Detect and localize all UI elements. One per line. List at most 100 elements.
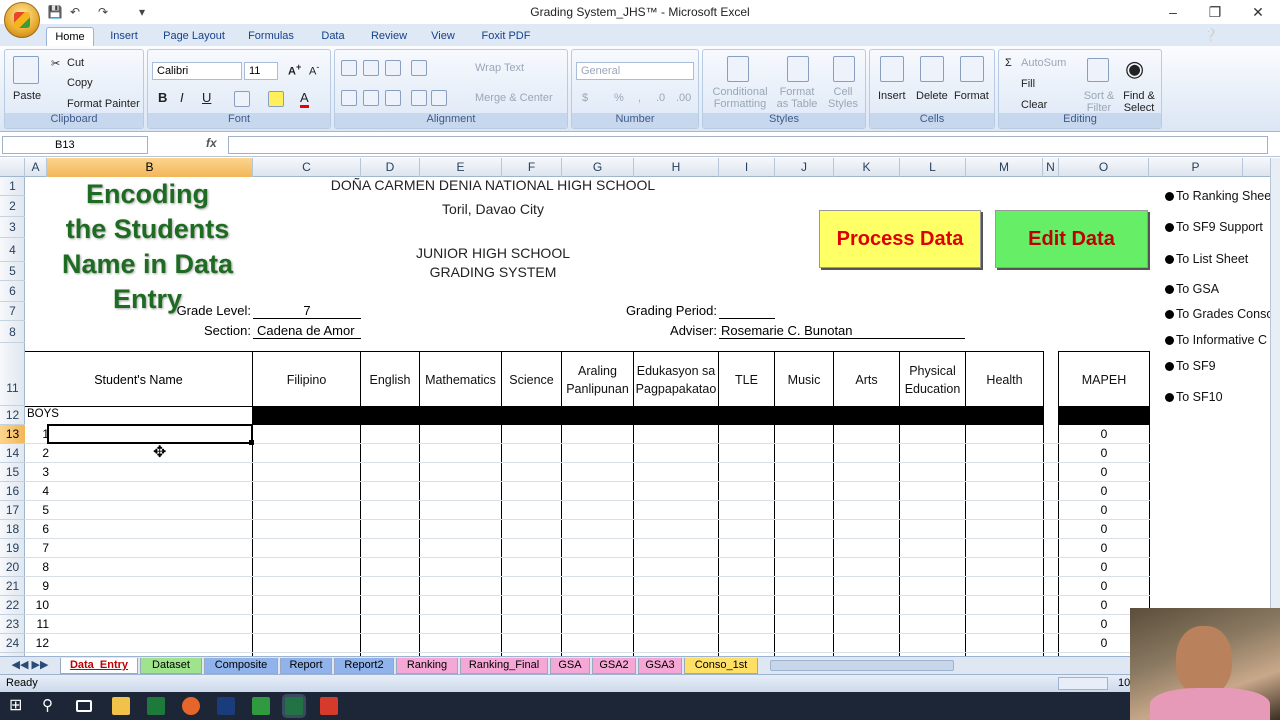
underline-icon[interactable]: U <box>202 90 211 105</box>
sheet-tab-composite[interactable]: Composite <box>204 658 278 674</box>
autosum-button[interactable]: AutoSum <box>1021 57 1066 69</box>
fill-handle[interactable] <box>249 440 254 445</box>
row-header[interactable]: 15 <box>0 463 25 482</box>
sheet-tab-ranking-final[interactable]: Ranking_Final <box>460 658 548 674</box>
col-header-o[interactable]: O <box>1059 158 1149 177</box>
office-button[interactable] <box>4 2 40 38</box>
sheet-tab-report2[interactable]: Report2 <box>334 658 394 674</box>
row-header[interactable]: 3 <box>0 217 25 238</box>
sheet-tab-gsa2[interactable]: GSA2 <box>592 658 636 674</box>
insert-cells-button[interactable]: Insert <box>878 90 906 102</box>
align-center-icon[interactable] <box>363 90 379 106</box>
delete-cells-icon[interactable] <box>920 56 944 82</box>
excel-active-icon[interactable] <box>285 697 303 715</box>
percent-icon[interactable]: % <box>614 92 624 104</box>
cut-button[interactable]: Cut <box>67 57 84 69</box>
col-header-h[interactable]: H <box>634 158 719 177</box>
wrap-text-button[interactable]: Wrap Text <box>475 62 524 74</box>
tab-home[interactable]: Home <box>46 27 94 46</box>
font-name-combo[interactable]: Calibri <box>152 62 242 80</box>
link-label[interactable]: To SF9 <box>1176 359 1216 373</box>
align-top-icon[interactable] <box>341 60 357 76</box>
restore-button[interactable]: ❐ <box>1200 2 1230 22</box>
link-label[interactable]: To GSA <box>1176 282 1219 296</box>
grading-period-value[interactable] <box>719 303 775 319</box>
conditional-formatting-icon[interactable] <box>727 56 749 82</box>
row-header[interactable]: 4 <box>0 238 25 262</box>
link-label[interactable]: To Ranking Shee <box>1176 189 1270 203</box>
sheet-tab-gsa[interactable]: GSA <box>550 658 590 674</box>
align-middle-icon[interactable] <box>363 60 379 76</box>
decrease-indent-icon[interactable] <box>411 90 427 106</box>
shrink-font-icon[interactable]: A- <box>309 62 319 78</box>
cell-styles-icon[interactable] <box>833 56 855 82</box>
link-label[interactable]: To SF10 <box>1176 390 1223 404</box>
format-table-icon[interactable] <box>787 56 809 82</box>
row-header[interactable]: 14 <box>0 444 25 463</box>
close-button[interactable]: ✕ <box>1243 2 1273 22</box>
row-header[interactable]: 1 <box>0 177 25 196</box>
format-as-table-button[interactable]: Format as Table <box>775 86 819 110</box>
link-informative[interactable]: To Informative C <box>1165 333 1267 347</box>
row-header[interactable]: 11 <box>0 343 25 406</box>
fill-color-icon[interactable] <box>268 91 284 107</box>
col-header-g[interactable]: G <box>562 158 634 177</box>
sort-filter-button[interactable]: Sort & Filter <box>1079 90 1119 114</box>
link-sf9-support[interactable]: To SF9 Support <box>1165 220 1263 234</box>
sheet-tab-gsa3[interactable]: GSA3 <box>638 658 682 674</box>
camtasia-icon[interactable] <box>252 697 270 715</box>
select-all-corner[interactable] <box>0 158 25 177</box>
decrease-decimal-icon[interactable]: .00 <box>676 92 691 104</box>
firefox-icon[interactable] <box>182 697 200 715</box>
number-format-combo[interactable]: General <box>576 62 694 80</box>
insert-cells-icon[interactable] <box>880 56 904 82</box>
binoculars-icon[interactable]: ◉ <box>1125 56 1144 82</box>
link-sf10[interactable]: To SF10 <box>1165 390 1223 404</box>
row-header[interactable]: 2 <box>0 196 25 217</box>
find-select-button[interactable]: Find & Select <box>1119 90 1159 114</box>
search-icon[interactable]: ⚲ <box>42 697 60 715</box>
row-header[interactable]: 17 <box>0 501 25 520</box>
view-buttons[interactable] <box>1058 677 1108 690</box>
format-painter-button[interactable]: Format Painter <box>67 98 140 110</box>
align-bottom-icon[interactable] <box>385 60 401 76</box>
increase-decimal-icon[interactable]: .0 <box>656 92 665 104</box>
col-header-a[interactable]: A <box>25 158 47 177</box>
sheet-nav-arrows-icon[interactable]: ◀◀ ▶▶ <box>2 658 58 674</box>
col-header-f[interactable]: F <box>502 158 562 177</box>
link-ranking-sheet[interactable]: To Ranking Shee <box>1165 189 1270 203</box>
increase-indent-icon[interactable] <box>431 90 447 106</box>
process-data-button[interactable]: Process Data <box>819 210 981 268</box>
row-header[interactable]: 13 <box>0 425 25 444</box>
minimize-button[interactable]: – <box>1158 2 1188 22</box>
row-header[interactable]: 21 <box>0 577 25 596</box>
col-header-m[interactable]: M <box>966 158 1043 177</box>
tab-page-layout[interactable]: Page Layout <box>158 27 230 46</box>
link-label[interactable]: To Grades Conso <box>1176 307 1270 321</box>
link-grades-conso[interactable]: To Grades Conso <box>1165 307 1270 321</box>
col-header-i[interactable]: I <box>719 158 775 177</box>
row-header[interactable]: 6 <box>0 281 25 302</box>
sheet-tab-conso-1st[interactable]: Conso_1st <box>684 658 758 674</box>
paste-icon[interactable] <box>13 56 39 84</box>
task-view-icon[interactable] <box>76 700 92 712</box>
row-header[interactable]: 12 <box>0 406 25 425</box>
sort-filter-icon[interactable] <box>1087 58 1109 82</box>
link-list-sheet[interactable]: To List Sheet <box>1165 252 1248 266</box>
formula-input[interactable] <box>228 136 1268 154</box>
col-header-e[interactable]: E <box>420 158 502 177</box>
file-explorer-icon[interactable] <box>112 697 130 715</box>
row-header[interactable]: 8 <box>0 321 25 343</box>
row-header[interactable]: 22 <box>0 596 25 615</box>
insert-function-icon[interactable]: fx <box>206 136 217 150</box>
row-header[interactable]: 16 <box>0 482 25 501</box>
paste-button[interactable]: Paste <box>13 90 41 102</box>
edit-data-button[interactable]: Edit Data <box>995 210 1148 268</box>
col-header-b[interactable]: B <box>47 158 253 177</box>
section-value[interactable]: Cadena de Amor <box>253 323 361 339</box>
cut-icon[interactable]: ✂ <box>51 57 60 70</box>
row-header[interactable]: 19 <box>0 539 25 558</box>
currency-icon[interactable]: $ <box>582 92 588 104</box>
fill-button[interactable]: Fill <box>1021 78 1035 90</box>
borders-icon[interactable] <box>234 91 250 107</box>
